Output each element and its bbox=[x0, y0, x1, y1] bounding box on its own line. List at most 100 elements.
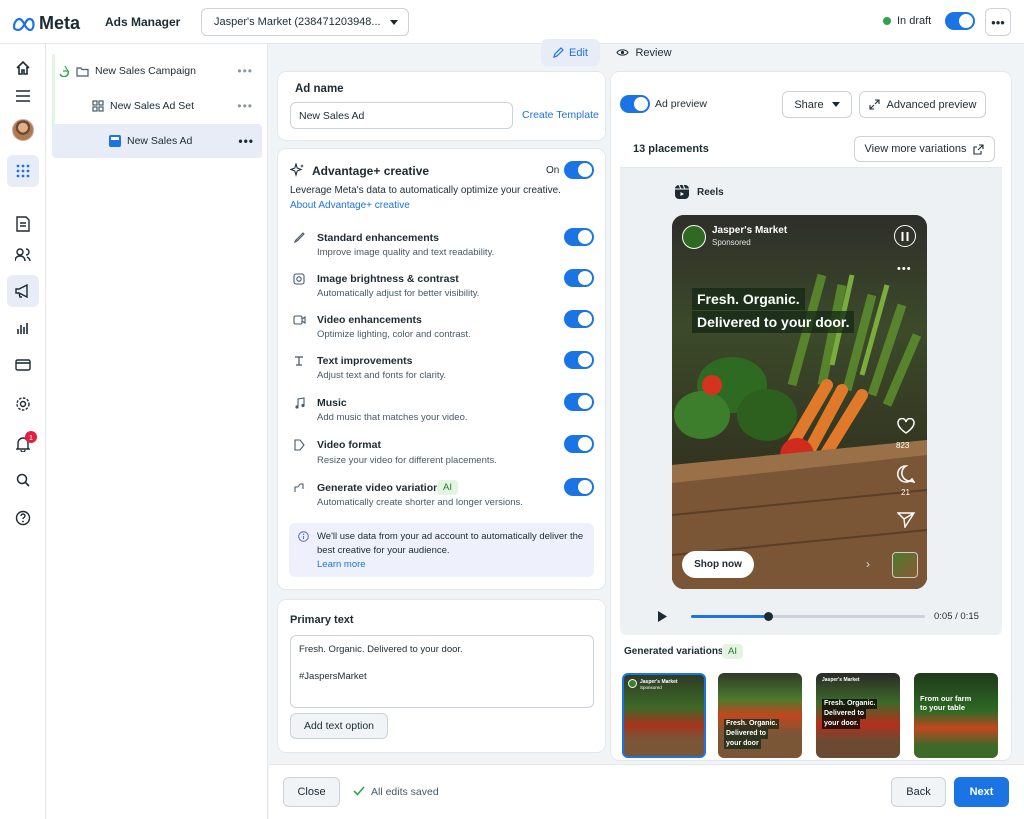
draft-toggle[interactable] bbox=[945, 12, 975, 30]
ellipsis-icon[interactable]: ••• bbox=[237, 64, 253, 78]
settings-nav[interactable] bbox=[7, 388, 39, 420]
reports-nav[interactable] bbox=[7, 208, 39, 240]
profile-nav[interactable] bbox=[7, 114, 39, 146]
grid-icon bbox=[16, 164, 30, 178]
ad-preview-label: Ad preview bbox=[655, 98, 707, 110]
megaphone-icon bbox=[15, 284, 28, 298]
info-text-line2: best creative for your audience. bbox=[317, 545, 450, 556]
credit-card-icon bbox=[15, 359, 31, 371]
billing-nav[interactable] bbox=[7, 349, 39, 381]
standard-enhancements-toggle[interactable] bbox=[564, 228, 594, 246]
reel-preview-media[interactable]: Jasper's Market Sponsored ••• Fresh. Org… bbox=[672, 215, 927, 589]
ellipsis-icon[interactable]: ••• bbox=[238, 134, 254, 148]
send-icon[interactable] bbox=[897, 512, 915, 528]
next-button[interactable]: Next bbox=[954, 777, 1009, 807]
product-thumbnail[interactable] bbox=[892, 552, 918, 578]
headline-line2: Delivered to your door. bbox=[692, 311, 855, 333]
tree-item-label: New Sales Ad Set bbox=[110, 100, 195, 112]
close-button[interactable]: Close bbox=[283, 777, 340, 807]
text-improvements-toggle[interactable] bbox=[564, 351, 594, 369]
video-enhancements-toggle[interactable] bbox=[564, 310, 594, 328]
meta-logo[interactable]: Meta bbox=[12, 13, 80, 34]
shop-now-button[interactable]: Shop now bbox=[682, 551, 754, 578]
variation-thumbnail[interactable]: Jasper's Market Sponsored bbox=[622, 673, 706, 758]
more-options-icon[interactable]: ••• bbox=[897, 263, 912, 275]
caret-down-icon bbox=[390, 20, 398, 25]
tab-edit[interactable]: Edit bbox=[541, 39, 600, 66]
pause-button[interactable] bbox=[894, 225, 916, 247]
music-toggle[interactable] bbox=[564, 393, 594, 411]
video-format-toggle[interactable] bbox=[564, 435, 594, 453]
apps-nav[interactable] bbox=[7, 155, 39, 187]
primary-text-input[interactable]: Fresh. Organic. Delivered to your door. … bbox=[290, 635, 594, 708]
advanced-preview-button[interactable]: Advanced preview bbox=[859, 91, 986, 118]
video-icon bbox=[292, 313, 306, 327]
add-text-option-button[interactable]: Add text option bbox=[290, 713, 388, 739]
option-title: Standard enhancements bbox=[317, 232, 439, 244]
progress-fill bbox=[691, 615, 769, 618]
left-navigation-rail: 1 bbox=[0, 44, 46, 819]
share-label: Share bbox=[794, 98, 824, 111]
video-time: 0:05 / 0:15 bbox=[934, 611, 979, 622]
ad-name-input[interactable]: New Sales Ad bbox=[290, 102, 513, 129]
heart-icon[interactable] bbox=[897, 418, 915, 434]
back-button[interactable]: Back bbox=[891, 777, 946, 807]
ellipsis-icon[interactable]: ••• bbox=[237, 99, 253, 113]
account-selector-label: Jasper's Market (238471203948... bbox=[214, 16, 381, 28]
create-template-link[interactable]: Create Template bbox=[522, 109, 599, 121]
gear-icon bbox=[16, 397, 30, 411]
meta-infinity-icon bbox=[12, 17, 35, 31]
info-text-line1: We'll use data from your ad account to a… bbox=[317, 531, 584, 542]
about-advantage-link[interactable]: About Advantage+ creative bbox=[290, 200, 410, 211]
tree-item-campaign[interactable]: New Sales Campaign ••• bbox=[54, 55, 261, 87]
account-selector[interactable]: Jasper's Market (238471203948... bbox=[201, 8, 409, 36]
advantage-toggle[interactable] bbox=[564, 161, 594, 179]
option-description: Adjust text and fonts for clarity. bbox=[317, 370, 447, 381]
variations-icon bbox=[292, 481, 306, 495]
ad-name-label: Ad name bbox=[295, 83, 344, 95]
learn-more-link[interactable]: Learn more bbox=[317, 559, 366, 570]
tab-label: Edit bbox=[569, 46, 588, 59]
campaigns-nav[interactable] bbox=[7, 275, 39, 307]
option-description: Add music that matches your video. bbox=[317, 412, 468, 423]
placement-name: Reels bbox=[697, 187, 724, 198]
document-icon bbox=[16, 216, 30, 232]
headline-line1: Fresh. Organic. bbox=[692, 288, 805, 310]
audiences-nav[interactable] bbox=[7, 239, 39, 271]
menu-nav[interactable] bbox=[7, 80, 39, 112]
option-title: Video format bbox=[317, 439, 381, 451]
variation-thumbnail[interactable]: Fresh. Organic. Delivered to your door bbox=[718, 673, 802, 758]
progress-track[interactable] bbox=[691, 612, 925, 621]
variation-thumbnail[interactable]: From our farm to your table bbox=[914, 673, 998, 758]
brand-avatar bbox=[682, 225, 706, 249]
ad-preview-toggle[interactable] bbox=[620, 95, 650, 113]
notifications-nav[interactable]: 1 bbox=[7, 428, 39, 460]
advantage-title: Advantage+ creative bbox=[312, 164, 430, 178]
ellipsis-icon: ••• bbox=[991, 14, 1005, 30]
variation-thumbnail[interactable]: Jasper's Market Fresh. Organic. Delivere… bbox=[816, 673, 900, 758]
hamburger-icon bbox=[16, 90, 30, 102]
image-brightness-toggle[interactable] bbox=[564, 269, 594, 287]
folder-icon bbox=[76, 66, 89, 77]
checkmark-icon bbox=[353, 786, 365, 796]
share-button[interactable]: Share bbox=[782, 91, 852, 118]
generate-variations-toggle[interactable] bbox=[564, 478, 594, 496]
option-description: Optimize lighting, color and contrast. bbox=[317, 329, 471, 340]
sponsored-label: Sponsored bbox=[712, 238, 751, 247]
tree-item-ad[interactable]: New Sales Ad ••• bbox=[52, 124, 262, 158]
comment-icon[interactable] bbox=[897, 465, 915, 483]
sparkle-icon bbox=[290, 163, 304, 177]
help-nav[interactable] bbox=[7, 502, 39, 534]
search-nav[interactable] bbox=[7, 464, 39, 496]
option-title: Music bbox=[317, 397, 347, 409]
caret-down-icon bbox=[831, 102, 840, 107]
tree-item-ad-set[interactable]: New Sales Ad Set ••• bbox=[54, 90, 261, 122]
option-title: Video enhancements bbox=[317, 314, 422, 326]
tab-review[interactable]: Review bbox=[613, 39, 675, 66]
option-title: Image brightness & contrast bbox=[317, 273, 459, 285]
view-more-variations-button[interactable]: View more variations bbox=[854, 136, 995, 162]
analytics-nav[interactable] bbox=[7, 312, 39, 344]
more-options-button[interactable]: ••• bbox=[985, 8, 1011, 36]
advantage-state: On bbox=[546, 165, 560, 176]
play-icon[interactable] bbox=[657, 611, 667, 622]
